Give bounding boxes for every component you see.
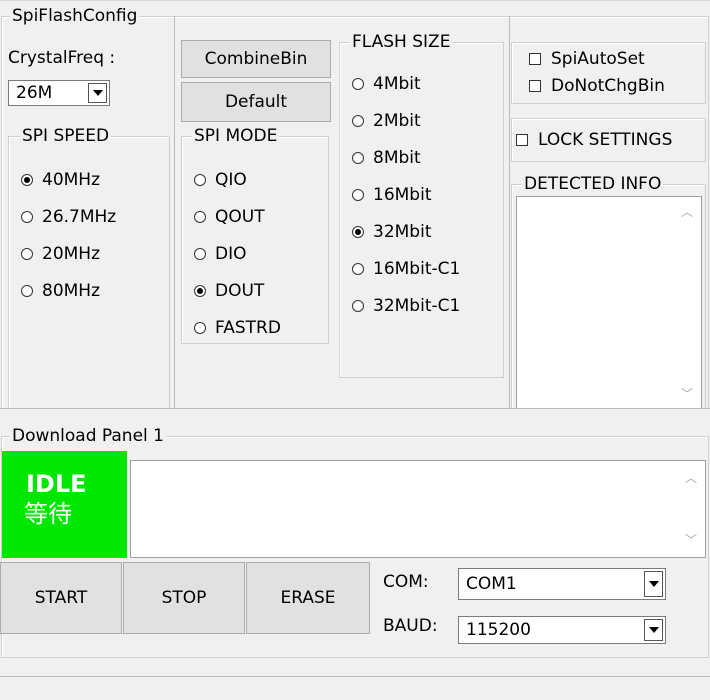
spi-mode-title: SPI MODE	[192, 126, 280, 146]
status-text-en: IDLE	[26, 470, 87, 498]
flash-size-radio[interactable]: 16Mbit-C1	[352, 259, 460, 279]
spi-speed-title: SPI SPEED	[20, 126, 112, 146]
scroll-up-icon[interactable]: ︿	[681, 203, 693, 220]
flash-size-radio-label: 32Mbit	[373, 222, 432, 242]
com-value: COM1	[466, 574, 517, 594]
baud-label: BAUD:	[383, 616, 438, 636]
baud-value: 115200	[466, 620, 531, 640]
download-panel-title: Download Panel 1	[10, 426, 166, 446]
spi-flash-config-title: SpiFlashConfig	[10, 6, 140, 26]
spi-mode-group	[181, 136, 329, 344]
stop-button[interactable]: STOP	[123, 562, 245, 634]
radio-circle[interactable]	[194, 285, 206, 297]
section-separator	[0, 408, 710, 409]
detected-info-title: DETECTED INFO	[522, 174, 664, 194]
radio-circle[interactable]	[194, 248, 206, 260]
spi-mode-radio-label: FASTRD	[215, 318, 281, 338]
status-indicator: IDLE 等待	[2, 451, 127, 558]
spi-mode-radio-label: DIO	[215, 244, 247, 264]
flash-size-radio[interactable]: 4Mbit	[352, 74, 421, 94]
detected-info-textarea[interactable]: ︿ ﹀	[516, 196, 702, 408]
lock-settings-label: LOCK SETTINGS	[538, 130, 673, 150]
spi-mode-radio[interactable]: QOUT	[194, 207, 265, 227]
erase-button[interactable]: ERASE	[246, 562, 370, 634]
radio-circle[interactable]	[194, 322, 206, 334]
radio-circle[interactable]	[194, 211, 206, 223]
chevron-down-icon[interactable]	[644, 571, 663, 597]
flash-size-radio-label: 2Mbit	[373, 111, 421, 131]
spi-mode-radio[interactable]: DIO	[194, 244, 247, 264]
flash-size-radio-label: 32Mbit-C1	[373, 296, 461, 316]
spi-mode-radio-label: QOUT	[215, 207, 265, 227]
scroll-down-icon[interactable]: ﹀	[681, 385, 693, 402]
checkbox-box[interactable]	[529, 80, 541, 92]
radio-circle[interactable]	[21, 248, 33, 260]
spi-mode-radio[interactable]: FASTRD	[194, 318, 281, 338]
lock-settings-checkbox[interactable]: LOCK SETTINGS	[516, 130, 672, 150]
radio-circle[interactable]	[352, 189, 364, 201]
spi-mode-radio[interactable]: DOUT	[194, 281, 264, 301]
status-text-cn: 等待	[24, 500, 72, 528]
combine-bin-button[interactable]: CombineBin	[181, 40, 331, 78]
spi-speed-radio[interactable]: 26.7MHz	[21, 207, 116, 227]
download-log-textarea[interactable]: ︿ ﹀	[130, 460, 706, 558]
flash-size-radio[interactable]: 8Mbit	[352, 148, 421, 168]
flash-size-radio[interactable]: 16Mbit	[352, 185, 431, 205]
flash-size-radio-label: 16Mbit-C1	[373, 259, 461, 279]
scroll-down-icon[interactable]: ﹀	[685, 531, 697, 548]
radio-circle[interactable]	[194, 174, 206, 186]
flash-size-radio-label: 4Mbit	[373, 74, 421, 94]
radio-circle[interactable]	[352, 115, 364, 127]
scroll-up-icon[interactable]: ︿	[685, 469, 697, 486]
flash-size-title: FLASH SIZE	[350, 32, 453, 52]
radio-circle[interactable]	[352, 300, 364, 312]
spi-auto-set-label: SpiAutoSet	[551, 49, 645, 69]
esp-flash-tool-window: { "spi_flash_config": { "title": "SpiFla…	[0, 0, 710, 700]
spi-speed-radio-label: 40MHz	[42, 170, 101, 190]
radio-circle[interactable]	[21, 211, 33, 223]
radio-circle[interactable]	[21, 285, 33, 297]
checkbox-box[interactable]	[516, 134, 528, 146]
start-button[interactable]: START	[0, 562, 122, 634]
spi-speed-radio-label: 20MHz	[42, 244, 101, 264]
crystal-freq-label: CrystalFreq :	[8, 48, 116, 68]
chevron-down-icon[interactable]	[88, 83, 107, 103]
checkbox-box[interactable]	[529, 53, 541, 65]
spi-speed-radio-label: 26.7MHz	[42, 207, 117, 227]
flash-size-radio[interactable]: 2Mbit	[352, 111, 421, 131]
do-not-chg-bin-checkbox[interactable]: DoNotChgBin	[529, 76, 665, 96]
spi-speed-radio[interactable]: 20MHz	[21, 244, 100, 264]
radio-circle[interactable]	[352, 78, 364, 90]
default-button[interactable]: Default	[181, 82, 331, 122]
com-select[interactable]: COM1	[458, 568, 666, 600]
flash-size-radio[interactable]: 32Mbit-C1	[352, 296, 460, 316]
crystal-freq-value: 26M	[16, 83, 53, 103]
spi-speed-radio[interactable]: 40MHz	[21, 170, 100, 190]
radio-circle[interactable]	[21, 174, 33, 186]
spi-speed-radio-label: 80MHz	[42, 281, 101, 301]
do-not-chg-bin-label: DoNotChgBin	[551, 76, 665, 96]
spi-mode-radio-label: DOUT	[215, 281, 265, 301]
radio-circle[interactable]	[352, 226, 364, 238]
spi-auto-set-checkbox[interactable]: SpiAutoSet	[529, 49, 645, 69]
top-border	[0, 0, 710, 1]
radio-circle[interactable]	[352, 152, 364, 164]
status-bar	[0, 677, 710, 700]
flash-size-radio-label: 8Mbit	[373, 148, 421, 168]
config-separator	[174, 16, 175, 408]
radio-circle[interactable]	[352, 263, 364, 275]
baud-select[interactable]: 115200	[458, 616, 666, 644]
crystal-freq-select[interactable]: 26M	[8, 80, 110, 106]
flash-size-radio[interactable]: 32Mbit	[352, 222, 431, 242]
com-label: COM:	[383, 572, 429, 592]
spi-mode-radio[interactable]: QIO	[194, 170, 247, 190]
spi-speed-radio[interactable]: 80MHz	[21, 281, 100, 301]
flash-size-radio-label: 16Mbit	[373, 185, 432, 205]
config-separator	[509, 16, 510, 408]
chevron-down-icon[interactable]	[644, 619, 663, 641]
spi-mode-radio-label: QIO	[215, 170, 247, 190]
